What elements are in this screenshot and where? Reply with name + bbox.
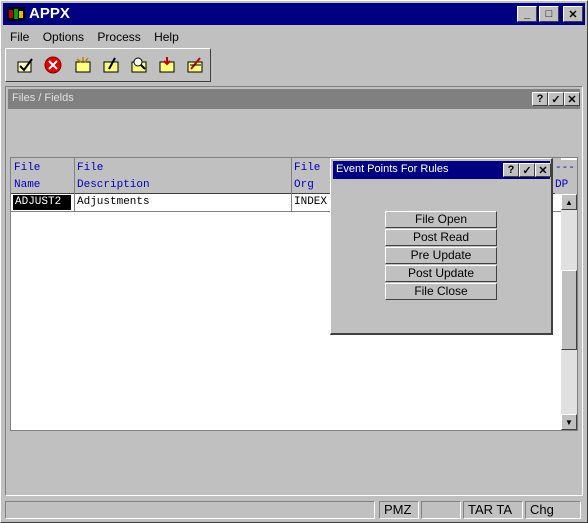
cancel-icon[interactable] — [42, 54, 64, 76]
maximize-icon: □ — [545, 8, 553, 20]
scroll-up-button[interactable]: ▲ — [561, 194, 577, 210]
file-close-button[interactable]: File Close — [385, 283, 497, 300]
app-titlebar[interactable]: APPX _ □ ✕ — [3, 3, 585, 25]
files-close-button[interactable]: ✕ — [564, 92, 580, 106]
minimize-button[interactable]: _ — [517, 6, 537, 22]
event-close-button[interactable]: ✕ — [535, 163, 551, 177]
add-record-icon[interactable] — [72, 54, 94, 76]
vertical-scrollbar[interactable]: ▲ ▼ — [561, 194, 577, 430]
app-title: APPX — [29, 5, 70, 22]
close-icon: ✕ — [567, 93, 577, 106]
cell-file-org[interactable]: INDEX — [294, 196, 327, 208]
pre-update-button[interactable]: Pre Update — [385, 247, 497, 264]
scroll-down-button[interactable]: ▼ — [561, 414, 577, 430]
help-icon: ? — [536, 93, 544, 105]
event-ok-button[interactable]: ✓ — [519, 163, 535, 177]
scrollbar-thumb[interactable] — [561, 270, 577, 350]
post-update-button[interactable]: Post Update — [385, 265, 497, 282]
menu-help[interactable]: Help — [149, 28, 184, 46]
inquire-record-icon[interactable] — [128, 54, 150, 76]
minimize-icon: _ — [523, 8, 531, 20]
status-message — [5, 501, 375, 519]
column-header-file-description: File Description — [77, 162, 150, 191]
event-help-button[interactable]: ? — [503, 163, 519, 177]
column-header-dp: --- DP — [555, 160, 577, 194]
post-read-button[interactable]: Post Read — [385, 229, 497, 246]
cell-file-description[interactable]: Adjustments — [77, 196, 150, 208]
toolbar — [5, 48, 211, 82]
file-open-button[interactable]: File Open — [385, 211, 497, 228]
event-points-dialog: Event Points For Rules ? ✓ ✕ File Open P… — [330, 158, 553, 335]
status-blank — [421, 501, 461, 519]
files-ok-button[interactable]: ✓ — [548, 92, 564, 106]
maximize-button[interactable]: □ — [539, 6, 559, 22]
checkmark-icon: ✓ — [522, 164, 532, 177]
menu-file[interactable]: File — [5, 28, 34, 46]
close-icon: ✕ — [538, 164, 548, 177]
event-dialog-titlebar[interactable]: Event Points For Rules ? ✓ ✕ — [333, 161, 551, 179]
cell-file-name[interactable]: ADJUST2 — [13, 195, 71, 210]
files-window-title: Files / Fields — [12, 92, 74, 104]
close-icon: ✕ — [568, 8, 578, 21]
edit-record-icon[interactable] — [184, 54, 206, 76]
status-mode: Chg — [525, 501, 581, 519]
status-bar: PMZ TAR TA Chg — [3, 500, 585, 520]
menu-bar: File Options Process Help — [5, 28, 583, 46]
menu-options[interactable]: Options — [38, 28, 89, 46]
event-dialog-title: Event Points For Rules — [336, 163, 449, 175]
change-record-icon[interactable] — [100, 54, 122, 76]
checkmark-icon: ✓ — [551, 93, 561, 106]
status-user: PMZ — [379, 501, 419, 519]
status-app: TAR TA — [463, 501, 523, 519]
menu-process[interactable]: Process — [92, 28, 145, 46]
check-icon[interactable] — [14, 54, 36, 76]
delete-record-icon[interactable] — [156, 54, 178, 76]
help-icon: ? — [507, 164, 515, 176]
close-button[interactable]: ✕ — [563, 6, 583, 22]
appx-logo-icon — [7, 7, 25, 21]
column-header-file-name: File Name — [14, 162, 41, 191]
files-help-button[interactable]: ? — [532, 92, 548, 106]
files-window-titlebar[interactable]: Files / Fields ? ✓ ✕ — [8, 89, 580, 109]
